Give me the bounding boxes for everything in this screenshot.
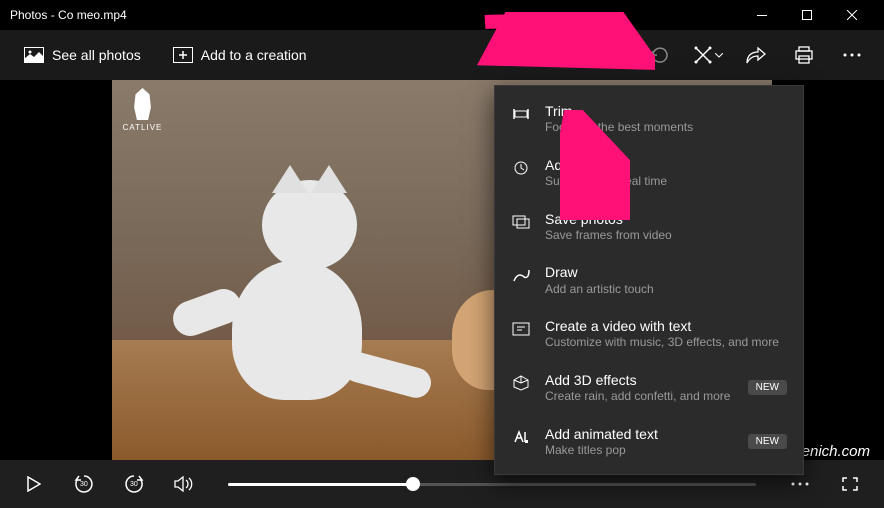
- share-button[interactable]: [736, 35, 776, 75]
- skip-back-button[interactable]: 30: [68, 468, 100, 500]
- add-to-creation-button[interactable]: Add to a creation: [161, 39, 319, 71]
- minimize-button[interactable]: [739, 0, 784, 30]
- draw-icon: [511, 265, 531, 285]
- skip-back-icon: 30: [73, 473, 95, 495]
- add-to-creation-label: Add to a creation: [201, 47, 307, 63]
- annotation-arrow-1: [475, 12, 655, 82]
- slomo-icon: [511, 158, 531, 178]
- video-watermark: CATLIVE: [120, 88, 165, 158]
- more-button[interactable]: [832, 35, 872, 75]
- timeline-slider[interactable]: [228, 483, 756, 486]
- see-all-photos-label: See all photos: [52, 47, 141, 63]
- menu-item-save-photos[interactable]: Save photos Save frames from video: [495, 200, 803, 254]
- volume-button[interactable]: [168, 468, 200, 500]
- edit-create-button[interactable]: [688, 35, 728, 75]
- animated-text-icon: [511, 427, 531, 447]
- fullscreen-button[interactable]: [834, 468, 866, 500]
- volume-icon: [174, 476, 194, 492]
- menu-sub: Add an artistic touch: [545, 282, 787, 298]
- menu-title: Create a video with text: [545, 317, 787, 335]
- toolbar: See all photos Add to a creation: [0, 30, 884, 80]
- menu-item-animated-text[interactable]: Add animated text Make titles pop NEW: [495, 415, 803, 469]
- titlebar: Photos - Co meo.mp4: [0, 0, 884, 30]
- menu-item-slomo[interactable]: Add slo-mo Super slow to real time: [495, 146, 803, 200]
- video-text-icon: [511, 319, 531, 339]
- menu-item-create-video[interactable]: Create a video with text Customize with …: [495, 307, 803, 361]
- save-photos-icon: [511, 212, 531, 232]
- menu-sub: Create rain, add confetti, and more: [545, 389, 734, 405]
- add-creation-icon: [173, 47, 193, 63]
- menu-item-3d-effects[interactable]: Add 3D effects Create rain, add confetti…: [495, 361, 803, 415]
- cube-icon: [511, 373, 531, 393]
- share-icon: [746, 46, 766, 64]
- print-button[interactable]: [784, 35, 824, 75]
- play-icon: [27, 476, 41, 492]
- new-badge: NEW: [748, 434, 787, 449]
- more-icon: [843, 53, 861, 57]
- new-badge: NEW: [748, 380, 787, 395]
- skip-forward-button[interactable]: 30: [118, 468, 150, 500]
- window-controls: [739, 0, 874, 30]
- edit-dropdown-menu: Trim Focus on the best moments Add slo-m…: [494, 85, 804, 475]
- chevron-down-icon: [715, 53, 723, 58]
- menu-title: Draw: [545, 263, 787, 281]
- menu-title: Add animated text: [545, 425, 734, 443]
- more-icon: [791, 482, 809, 486]
- edit-create-icon: [693, 45, 713, 65]
- skip-forward-icon: 30: [123, 473, 145, 495]
- image-icon: [24, 47, 44, 63]
- maximize-button[interactable]: [784, 0, 829, 30]
- see-all-photos-button[interactable]: See all photos: [12, 39, 153, 71]
- menu-item-trim[interactable]: Trim Focus on the best moments: [495, 92, 803, 146]
- annotation-arrow-2: [560, 110, 630, 220]
- menu-sub: Customize with music, 3D effects, and mo…: [545, 335, 787, 351]
- menu-sub: Save frames from video: [545, 228, 787, 244]
- menu-item-draw[interactable]: Draw Add an artistic touch: [495, 253, 803, 307]
- fullscreen-icon: [842, 477, 858, 491]
- trim-icon: [511, 104, 531, 124]
- print-icon: [794, 46, 814, 64]
- menu-sub: Make titles pop: [545, 443, 734, 459]
- close-button[interactable]: [829, 0, 874, 30]
- watermark-text: CATLIVE: [123, 123, 163, 132]
- menu-title: Add 3D effects: [545, 371, 734, 389]
- play-button[interactable]: [18, 468, 50, 500]
